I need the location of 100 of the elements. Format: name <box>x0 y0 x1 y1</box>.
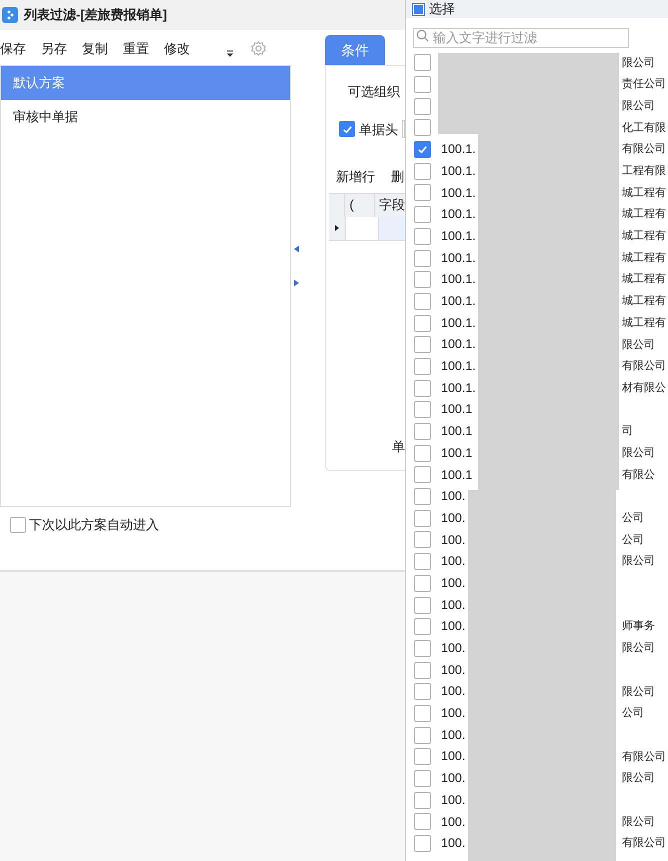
expand-right-icon[interactable] <box>294 279 299 287</box>
checkbox[interactable] <box>414 704 431 722</box>
list-item[interactable]: 100.1. 城工程有 <box>406 268 668 291</box>
checkbox[interactable] <box>414 683 431 700</box>
grid-cell[interactable] <box>379 216 405 240</box>
list-item[interactable]: 100.1. 材有限公 <box>406 377 668 399</box>
select-all-checkbox[interactable] <box>412 2 425 16</box>
checkbox[interactable] <box>414 488 431 506</box>
toolbar-button[interactable]: 修改 <box>164 38 190 58</box>
checkbox[interactable] <box>414 553 431 570</box>
field-label: 单 <box>391 438 405 456</box>
search-field[interactable]: 输入文字进行过滤 <box>413 28 629 48</box>
list-item[interactable]: 100.1 司 <box>406 420 668 442</box>
toolbar-button[interactable]: 保存 <box>0 38 26 58</box>
list-item[interactable]: 100. <box>406 724 668 746</box>
checkbox[interactable] <box>414 596 431 614</box>
more-icon[interactable] <box>225 48 235 58</box>
toolbar-button[interactable]: 复制 <box>82 38 108 58</box>
checkbox[interactable] <box>414 336 431 354</box>
list-item[interactable]: 100.1. 城工程有 <box>406 226 668 248</box>
item-name: 有限公司 <box>622 359 666 374</box>
list-item[interactable]: 责任公司 <box>406 74 668 96</box>
grid-action-button[interactable]: 新增行 <box>336 167 375 186</box>
list-item[interactable]: 限公司 <box>406 95 668 118</box>
checkbox[interactable] <box>414 748 431 766</box>
checkbox[interactable] <box>414 292 431 310</box>
tab[interactable]: 条件 <box>325 35 385 65</box>
toolbar-button[interactable]: 重置 <box>123 38 149 58</box>
checkbox[interactable] <box>414 54 431 72</box>
checkbox[interactable] <box>414 662 431 679</box>
list-item[interactable]: 100.1. 工程有限 <box>406 160 668 182</box>
item-name: 公司 <box>622 532 644 548</box>
list-item[interactable]: 100.1. 城工程有 <box>406 204 668 226</box>
checkbox[interactable] <box>414 574 431 592</box>
checkbox[interactable] <box>414 466 431 484</box>
list-item[interactable]: 100.1. 城工程有 <box>406 182 668 204</box>
checkbox[interactable] <box>414 119 431 136</box>
list-item[interactable]: 化工有限 <box>406 117 668 139</box>
list-item[interactable]: 100. 限公司 <box>406 550 668 572</box>
list-item[interactable]: 100.1. 城工程有 <box>406 247 668 269</box>
list-item[interactable]: 100.1. 限公司 <box>406 334 668 356</box>
list-item[interactable]: 100. 公司 <box>406 702 668 724</box>
checkbox[interactable] <box>414 380 431 397</box>
list-item[interactable]: 100. 有限公司 <box>406 746 668 768</box>
list-item[interactable]: 100.1. 城工程有 <box>406 290 668 312</box>
checkbox[interactable] <box>414 250 431 267</box>
checkbox[interactable] <box>414 271 431 288</box>
toolbar-button[interactable]: 另存 <box>41 38 67 58</box>
checkbox[interactable] <box>414 184 431 202</box>
list-item[interactable]: 100. 公司 <box>406 529 668 551</box>
checkbox[interactable] <box>414 401 431 418</box>
check-icon <box>342 124 352 135</box>
list-item[interactable]: 100.1 有限公 <box>406 464 668 486</box>
list-item[interactable]: 100. <box>406 594 668 616</box>
checkbox[interactable] <box>339 121 355 138</box>
grid-action-button[interactable]: 删 <box>391 167 404 186</box>
collapse-left-icon[interactable] <box>294 245 299 253</box>
list-item[interactable]: 100. <box>406 486 668 508</box>
checkbox[interactable] <box>414 770 431 788</box>
checkbox[interactable] <box>414 531 431 548</box>
list-item[interactable]: 100. 限公司 <box>406 638 668 660</box>
checkbox[interactable] <box>414 835 431 852</box>
checkbox[interactable] <box>414 726 431 744</box>
checkbox[interactable] <box>414 640 431 657</box>
list-item[interactable]: 100. <box>406 572 668 594</box>
list-item[interactable]: 100.1 限公司 <box>406 442 668 464</box>
checkbox[interactable] <box>414 314 431 332</box>
list-item[interactable]: 100.1. 有限公司 <box>406 356 668 378</box>
list-item[interactable]: 100. 限公司 <box>406 768 668 790</box>
list-item[interactable]: 100. 限公司 <box>406 680 668 703</box>
list-item[interactable]: 100. <box>406 789 668 812</box>
checkbox[interactable] <box>414 98 431 115</box>
list-item[interactable]: 100. <box>406 659 668 681</box>
scheme-item[interactable]: 审核中单据 <box>1 100 290 134</box>
checkbox[interactable] <box>414 76 431 94</box>
list-item[interactable]: 100.1. 城工程有 <box>406 312 668 334</box>
list-item[interactable]: 100. 师事务 <box>406 616 668 638</box>
checkbox[interactable] <box>414 228 431 245</box>
item-code: 100. <box>441 683 466 700</box>
checkbox[interactable] <box>414 510 431 527</box>
list-item[interactable]: 100. 限公司 <box>406 811 668 833</box>
checkbox[interactable] <box>414 141 431 158</box>
list-item[interactable]: 100. 有限公司 <box>406 832 668 854</box>
item-code: 100. <box>441 510 466 527</box>
list-item[interactable]: 100.1 <box>406 399 668 421</box>
list-item[interactable]: 限公司 <box>406 52 668 74</box>
checkbox[interactable] <box>10 516 26 533</box>
checkbox[interactable] <box>414 358 431 375</box>
checkbox[interactable] <box>414 162 431 180</box>
checkbox[interactable] <box>414 206 431 224</box>
list-item[interactable]: 100.1. 有限公司 <box>406 138 668 160</box>
list-item[interactable]: 100. 公司 <box>406 507 668 530</box>
checkbox[interactable] <box>414 618 431 636</box>
checkbox[interactable] <box>414 792 431 809</box>
input-field[interactable] <box>402 120 405 138</box>
checkbox[interactable] <box>414 813 431 830</box>
checkbox[interactable] <box>414 444 431 462</box>
checkbox[interactable] <box>414 423 431 440</box>
item-name: 限公司 <box>622 56 655 71</box>
settings-icon[interactable] <box>250 40 267 57</box>
